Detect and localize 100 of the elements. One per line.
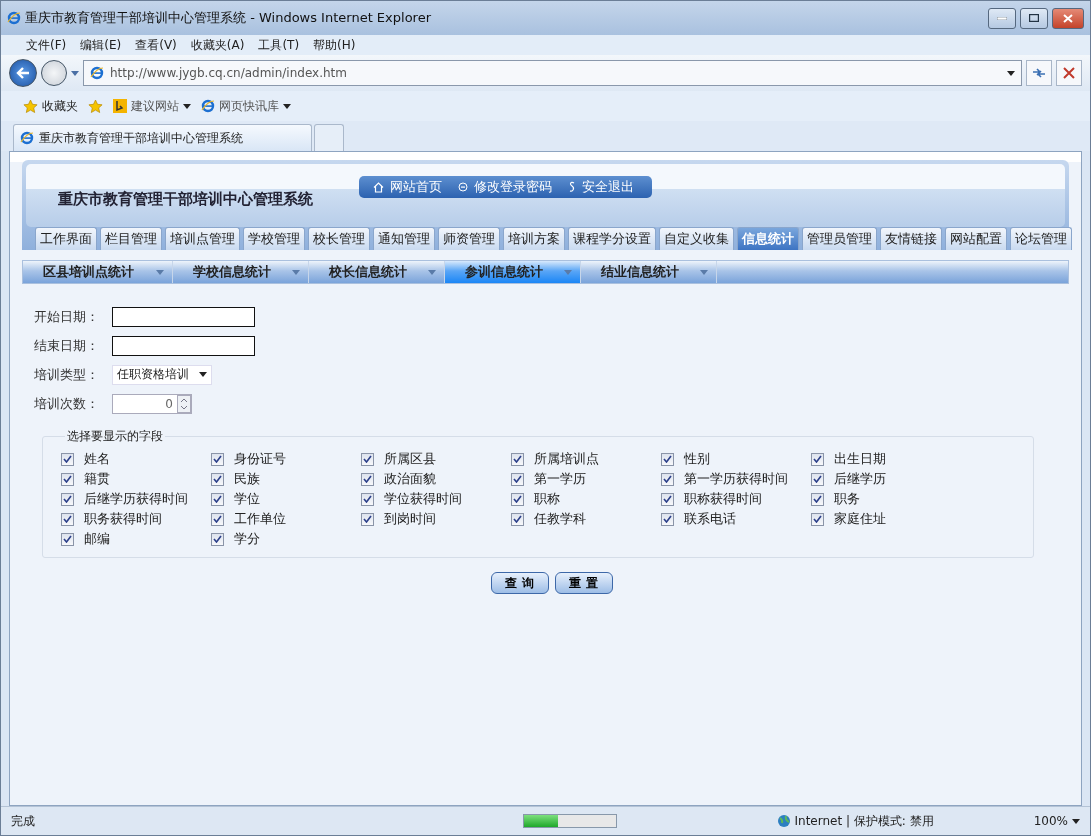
- checkbox[interactable]: [61, 492, 74, 506]
- checkbox[interactable]: [211, 532, 224, 546]
- field-checkbox[interactable]: 政治面貌: [361, 471, 511, 487]
- field-checkbox[interactable]: 邮编: [61, 531, 211, 547]
- menu-item[interactable]: 工具(T): [253, 36, 305, 54]
- field-checkbox[interactable]: 第一学历: [511, 471, 661, 487]
- checkbox[interactable]: [361, 512, 374, 526]
- reset-button[interactable]: 重 置: [554, 572, 613, 594]
- checkbox[interactable]: [61, 512, 74, 526]
- nav-tab[interactable]: 网站配置: [945, 227, 1007, 250]
- forward-button[interactable]: [41, 60, 67, 86]
- checkbox[interactable]: [811, 452, 824, 466]
- nav-tab[interactable]: 学校管理: [243, 227, 305, 250]
- query-button[interactable]: 查 询: [490, 572, 549, 594]
- checkbox[interactable]: [61, 452, 74, 466]
- header-link[interactable]: 网站首页: [373, 178, 442, 196]
- header-link[interactable]: 安全退出: [568, 178, 634, 196]
- favorites-button[interactable]: 收藏夹: [23, 97, 78, 115]
- field-checkbox[interactable]: 职称: [511, 491, 661, 507]
- stop-button[interactable]: [1056, 60, 1082, 86]
- field-checkbox[interactable]: 身份证号: [211, 451, 361, 467]
- checkbox[interactable]: [361, 452, 374, 466]
- field-checkbox[interactable]: 出生日期: [811, 451, 961, 467]
- field-checkbox[interactable]: 职称获得时间: [661, 491, 811, 507]
- nav-tab[interactable]: 培训方案: [503, 227, 565, 250]
- minimize-button[interactable]: [988, 7, 1016, 29]
- field-checkbox[interactable]: 联系电话: [661, 511, 811, 527]
- sub-tab[interactable]: 区县培训点统计: [23, 261, 173, 283]
- browser-tab[interactable]: 重庆市教育管理干部培训中心管理系统: [13, 124, 312, 151]
- start-date-field[interactable]: [112, 306, 255, 327]
- maximize-button[interactable]: [1020, 7, 1048, 29]
- field-checkbox[interactable]: 性别: [661, 451, 811, 467]
- checkbox[interactable]: [211, 452, 224, 466]
- checkbox[interactable]: [661, 452, 674, 466]
- menu-item[interactable]: 收藏夹(A): [185, 36, 250, 54]
- menu-item[interactable]: 帮助(H): [308, 36, 361, 54]
- checkbox[interactable]: [211, 492, 224, 506]
- training-count-spinner[interactable]: 0: [112, 393, 192, 414]
- nav-tab[interactable]: 管理员管理: [802, 227, 877, 250]
- checkbox[interactable]: [511, 452, 524, 466]
- header-link[interactable]: 修改登录密码: [458, 178, 552, 196]
- training-type-dropdown[interactable]: 任职资格培训: [112, 364, 212, 385]
- nav-tab[interactable]: 信息统计: [737, 227, 799, 250]
- checkbox[interactable]: [511, 472, 524, 486]
- field-checkbox[interactable]: 所属区县: [361, 451, 511, 467]
- field-checkbox[interactable]: 职务获得时间: [61, 511, 211, 527]
- checkbox[interactable]: [661, 492, 674, 506]
- close-button[interactable]: [1052, 7, 1084, 29]
- field-checkbox[interactable]: 民族: [211, 471, 361, 487]
- nav-tab[interactable]: 校长管理: [308, 227, 370, 250]
- checkbox[interactable]: [511, 492, 524, 506]
- back-button[interactable]: [9, 59, 37, 87]
- checkbox[interactable]: [361, 492, 374, 506]
- checkbox[interactable]: [61, 532, 74, 546]
- refresh-button[interactable]: [1026, 60, 1052, 86]
- field-checkbox[interactable]: 所属培训点: [511, 451, 661, 467]
- field-checkbox[interactable]: 职务: [811, 491, 961, 507]
- checkbox[interactable]: [811, 512, 824, 526]
- field-checkbox[interactable]: 籍贯: [61, 471, 211, 487]
- field-checkbox[interactable]: 到岗时间: [361, 511, 511, 527]
- nav-tab[interactable]: 论坛管理: [1010, 227, 1072, 250]
- nav-tab[interactable]: 通知管理: [373, 227, 435, 250]
- favorites-link[interactable]: 建议网站: [113, 97, 191, 115]
- checkbox[interactable]: [61, 472, 74, 486]
- zoom-level[interactable]: 100%: [1033, 814, 1080, 828]
- field-checkbox[interactable]: 后继学历: [811, 471, 961, 487]
- nav-tab[interactable]: 友情链接: [880, 227, 942, 250]
- field-checkbox[interactable]: 工作单位: [211, 511, 361, 527]
- field-checkbox[interactable]: 第一学历获得时间: [661, 471, 811, 487]
- field-checkbox[interactable]: 后继学历获得时间: [61, 491, 211, 507]
- field-checkbox[interactable]: 学位: [211, 491, 361, 507]
- checkbox[interactable]: [811, 472, 824, 486]
- nav-tab[interactable]: 课程学分设置: [568, 227, 656, 250]
- checkbox[interactable]: [661, 472, 674, 486]
- field-checkbox[interactable]: 学分: [211, 531, 361, 547]
- nav-tab[interactable]: 自定义收集: [659, 227, 734, 250]
- nav-tab[interactable]: 培训点管理: [165, 227, 240, 250]
- field-checkbox[interactable]: 任教学科: [511, 511, 661, 527]
- sub-tab[interactable]: 结业信息统计: [581, 261, 717, 283]
- field-checkbox[interactable]: 家庭住址: [811, 511, 961, 527]
- menu-item[interactable]: 编辑(E): [75, 36, 127, 54]
- checkbox[interactable]: [211, 512, 224, 526]
- nav-tab[interactable]: 工作界面: [35, 227, 97, 250]
- checkbox[interactable]: [811, 492, 824, 506]
- field-checkbox[interactable]: 学位获得时间: [361, 491, 511, 507]
- nav-tab[interactable]: 栏目管理: [100, 227, 162, 250]
- checkbox[interactable]: [361, 472, 374, 486]
- check-icon: [213, 515, 222, 523]
- menu-item[interactable]: 文件(F): [21, 36, 72, 54]
- checkbox[interactable]: [661, 512, 674, 526]
- checkbox[interactable]: [511, 512, 524, 526]
- favorites-link[interactable]: 网页快讯库: [201, 97, 291, 115]
- menu-item[interactable]: 查看(V): [130, 36, 182, 54]
- address-field[interactable]: http://www.jygb.cq.cn/admin/index.htm: [83, 60, 1022, 86]
- nav-tab[interactable]: 师资管理: [438, 227, 500, 250]
- sub-tab[interactable]: 学校信息统计: [173, 261, 309, 283]
- checkbox[interactable]: [211, 472, 224, 486]
- sub-tab[interactable]: 参训信息统计: [445, 261, 581, 283]
- end-date-field[interactable]: [112, 335, 255, 356]
- field-checkbox[interactable]: 姓名: [61, 451, 211, 467]
